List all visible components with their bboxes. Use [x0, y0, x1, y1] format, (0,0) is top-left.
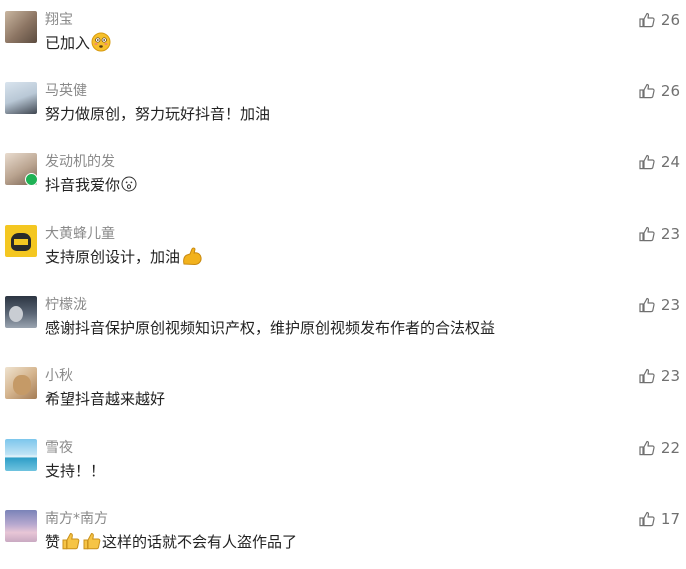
thumbs-up-emoji — [62, 532, 80, 550]
comment-text: 已加入 — [45, 32, 111, 54]
like-count: 23 — [660, 296, 680, 314]
comment-item: 发动机的发 抖音我爱你 24 — [0, 152, 686, 212]
comment-text-prefix: 赞 — [45, 533, 61, 551]
comment-item: 雪夜 支持！！ 22 — [0, 438, 686, 498]
comment-text-content: 希望抖音越来越好 — [45, 390, 166, 408]
comment-item: 马英健 努力做原创，努力玩好抖音！加油 26 — [0, 81, 686, 141]
like-count: 17 — [660, 510, 680, 528]
comment-author[interactable]: 雪夜 — [45, 438, 73, 458]
like-button[interactable]: 23 — [639, 295, 680, 315]
verified-badge-icon — [25, 173, 38, 186]
thumbs-up-outline-icon — [639, 297, 655, 313]
thumbs-up-outline-icon — [639, 12, 655, 28]
thumbs-up-outline-icon — [639, 83, 655, 99]
comment-item: 小秋 希望抖音越来越好 23 — [0, 366, 686, 426]
comment-author[interactable]: 南方*南方 — [45, 509, 108, 529]
avatar[interactable] — [5, 367, 37, 399]
flushed-face-emoji — [91, 32, 111, 52]
comment-author[interactable]: 马英健 — [45, 81, 87, 101]
comment-text-content: 努力做原创，努力玩好抖音！加油 — [45, 105, 271, 123]
comment-text-content: 抖音我爱你 — [45, 176, 121, 194]
comment-text-content: 支持原创设计，加油 — [45, 248, 181, 266]
comment-text: 支持！！ — [45, 460, 105, 482]
comment-item: 柠檬泷 感谢抖音保护原创视频知识产权，维护原创视频发布作者的合法权益 23 — [0, 295, 686, 355]
like-button[interactable]: 24 — [639, 152, 680, 172]
like-count: 26 — [660, 82, 680, 100]
comment-text: 希望抖音越来越好 — [45, 388, 165, 410]
avatar[interactable] — [5, 153, 38, 186]
like-count: 26 — [660, 11, 680, 29]
thumbs-up-emoji — [83, 532, 101, 550]
like-count: 23 — [660, 225, 680, 243]
comment-author[interactable]: 小秋 — [45, 366, 73, 386]
comment-item: 大黄蜂儿童 支持原创设计，加油 23 — [0, 224, 686, 284]
comment-author[interactable]: 大黄蜂儿童 — [45, 224, 115, 244]
avatar[interactable] — [5, 225, 37, 257]
thumbs-up-outline-icon — [639, 154, 655, 170]
thumbs-up-outline-icon — [639, 440, 655, 456]
avatar[interactable] — [5, 82, 37, 114]
comment-text-content: 已加入 — [45, 34, 91, 52]
thumbs-up-outline-icon — [639, 368, 655, 384]
avatar[interactable] — [5, 510, 37, 542]
like-count: 24 — [660, 153, 680, 171]
flexed-biceps-emoji — [183, 247, 202, 266]
avatar[interactable] — [5, 11, 37, 43]
like-count: 22 — [660, 439, 680, 457]
like-button[interactable]: 23 — [639, 366, 680, 386]
comment-author[interactable]: 翔宝 — [45, 10, 73, 30]
like-count: 23 — [660, 367, 680, 385]
comment-item: 南方*南方 赞 这样的话就不会有人盗作品了 17 — [0, 509, 686, 569]
like-button[interactable]: 22 — [639, 438, 680, 458]
comment-text: 努力做原创，努力玩好抖音！加油 — [45, 103, 270, 125]
avatar[interactable] — [5, 439, 37, 471]
like-button[interactable]: 17 — [639, 509, 680, 529]
comment-author[interactable]: 柠檬泷 — [45, 295, 87, 315]
comment-text-content: 感谢抖音保护原创视频知识产权，维护原创视频发布作者的合法权益 — [45, 319, 496, 337]
like-button[interactable]: 23 — [639, 224, 680, 244]
comment-text: 感谢抖音保护原创视频知识产权，维护原创视频发布作者的合法权益 — [45, 317, 495, 339]
avatar[interactable] — [5, 296, 37, 328]
comment-text: 支持原创设计，加油 — [45, 246, 203, 268]
surprised-face-emoji — [121, 176, 137, 192]
comment-item: 翔宝 已加入 26 — [0, 10, 686, 70]
comment-text-content: 这样的话就不会有人盗作品了 — [102, 533, 298, 551]
comment-list: 翔宝 已加入 26 马英健 努力做原创，努力玩好抖音！加油 26 发动机的发 抖… — [0, 0, 686, 567]
comment-text: 赞 这样的话就不会有人盗作品了 — [45, 531, 297, 553]
comment-text: 抖音我爱你 — [45, 174, 137, 196]
comment-text-content: 支持！！ — [45, 462, 106, 480]
thumbs-up-outline-icon — [639, 511, 655, 527]
like-button[interactable]: 26 — [639, 81, 680, 101]
comment-author[interactable]: 发动机的发 — [45, 152, 115, 172]
thumbs-up-outline-icon — [639, 226, 655, 242]
like-button[interactable]: 26 — [639, 10, 680, 30]
